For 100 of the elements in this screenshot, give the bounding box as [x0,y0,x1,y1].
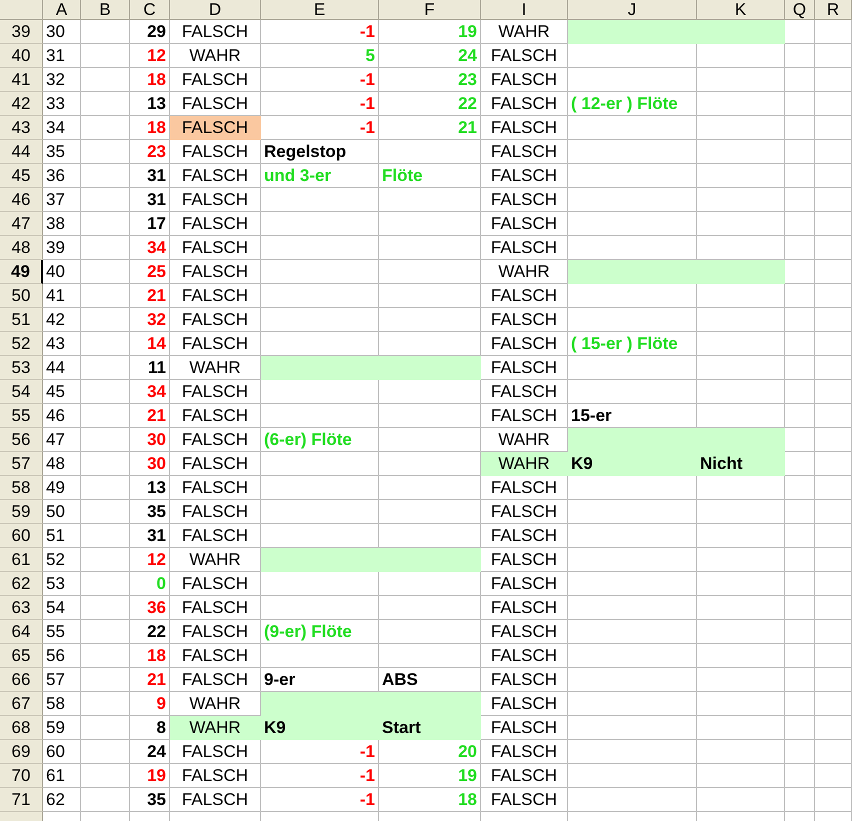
column-header[interactable]: E [261,0,379,20]
table-cell: FALSCH [170,404,261,428]
empty-cell [81,284,130,308]
row-header[interactable]: 47 [0,212,43,236]
row-header[interactable]: 63 [0,596,43,620]
table-cell: -1 [261,20,379,44]
row-header[interactable]: 46 [0,188,43,212]
row-header[interactable]: 69 [0,740,43,764]
table-cell: 24 [130,740,170,764]
row-header[interactable]: 49 [0,260,43,284]
empty-cell [81,332,130,356]
column-header[interactable]: C [130,0,170,20]
table-cell: FALSCH [170,188,261,212]
row-header[interactable]: 58 [0,476,43,500]
table-cell: 11 [130,356,170,380]
row-header[interactable]: 45 [0,164,43,188]
empty-cell [785,44,815,68]
table-cell: 33 [43,92,81,116]
empty-cell [785,596,815,620]
table-cell: 51 [43,524,81,548]
empty-cell [81,404,130,428]
table-cell: 22 [379,92,481,116]
table-cell: FALSCH [170,380,261,404]
table-cell: FALSCH [481,644,568,668]
table-cell: FALSCH [481,140,568,164]
empty-cell [81,380,130,404]
row-header[interactable]: 43 [0,116,43,140]
table-cell: FALSCH [170,20,261,44]
row-header[interactable]: 71 [0,788,43,812]
empty-cell [785,380,815,404]
row-header[interactable]: 52 [0,332,43,356]
row-header[interactable]: 65 [0,644,43,668]
table-cell: 57 [43,668,81,692]
empty-cell [81,548,130,572]
table-cell: FALSCH [481,476,568,500]
empty-cell [815,380,852,404]
row-header[interactable]: 40 [0,44,43,68]
row-header[interactable]: 54 [0,380,43,404]
table-cell: 35 [43,140,81,164]
table-cell: FALSCH [481,164,568,188]
row-header[interactable]: 41 [0,68,43,92]
row-header[interactable] [0,812,43,821]
table-cell: 30 [43,20,81,44]
table-cell: 44 [43,356,81,380]
table-cell: Nicht [697,452,785,476]
row-header[interactable]: 62 [0,572,43,596]
row-header[interactable]: 53 [0,356,43,380]
table-cell: 49 [43,476,81,500]
empty-cell [815,620,852,644]
table-cell: FALSCH [481,524,568,548]
row-header[interactable]: 64 [0,620,43,644]
empty-cell [815,332,852,356]
row-header[interactable]: 48 [0,236,43,260]
table-cell: 18 [130,68,170,92]
table-cell: 55 [43,620,81,644]
row-header[interactable]: 59 [0,500,43,524]
row-header[interactable]: 44 [0,140,43,164]
table-cell: 31 [130,188,170,212]
table-cell: 21 [130,668,170,692]
select-all-corner[interactable] [0,0,43,20]
row-header[interactable]: 50 [0,284,43,308]
empty-cell [81,572,130,596]
table-cell: (6-er) Flöte [261,428,379,452]
table-cell: FALSCH [170,620,261,644]
row-header[interactable]: 60 [0,524,43,548]
empty-cell [785,332,815,356]
table-cell: FALSCH [481,404,568,428]
empty-cell [81,764,130,788]
table-cell: 41 [43,284,81,308]
table-cell: 35 [130,788,170,812]
row-header[interactable]: 39 [0,20,43,44]
row-header[interactable]: 56 [0,428,43,452]
empty-cell [815,68,852,92]
column-header[interactable]: J [568,0,697,20]
row-header[interactable]: 42 [0,92,43,116]
table-cell: FALSCH [170,644,261,668]
empty-cell [785,572,815,596]
row-header[interactable]: 68 [0,716,43,740]
table-cell: -1 [261,116,379,140]
empty-cell [785,356,815,380]
column-header[interactable]: K [697,0,785,20]
table-cell: ( 12-er ) Flöte [568,92,697,116]
column-header[interactable]: F [379,0,481,20]
row-header[interactable]: 51 [0,308,43,332]
column-header[interactable]: R [815,0,852,20]
row-header[interactable]: 61 [0,548,43,572]
empty-cell [81,524,130,548]
column-header[interactable]: A [43,0,81,20]
empty-cell [815,596,852,620]
row-header[interactable]: 67 [0,692,43,716]
column-header[interactable]: Q [785,0,815,20]
column-header[interactable]: B [81,0,130,20]
column-header[interactable]: I [481,0,568,20]
empty-cell [81,500,130,524]
row-header[interactable]: 66 [0,668,43,692]
row-header[interactable]: 70 [0,764,43,788]
row-header[interactable]: 57 [0,452,43,476]
column-header[interactable]: D [170,0,261,20]
table-cell: 56 [43,644,81,668]
row-header[interactable]: 55 [0,404,43,428]
